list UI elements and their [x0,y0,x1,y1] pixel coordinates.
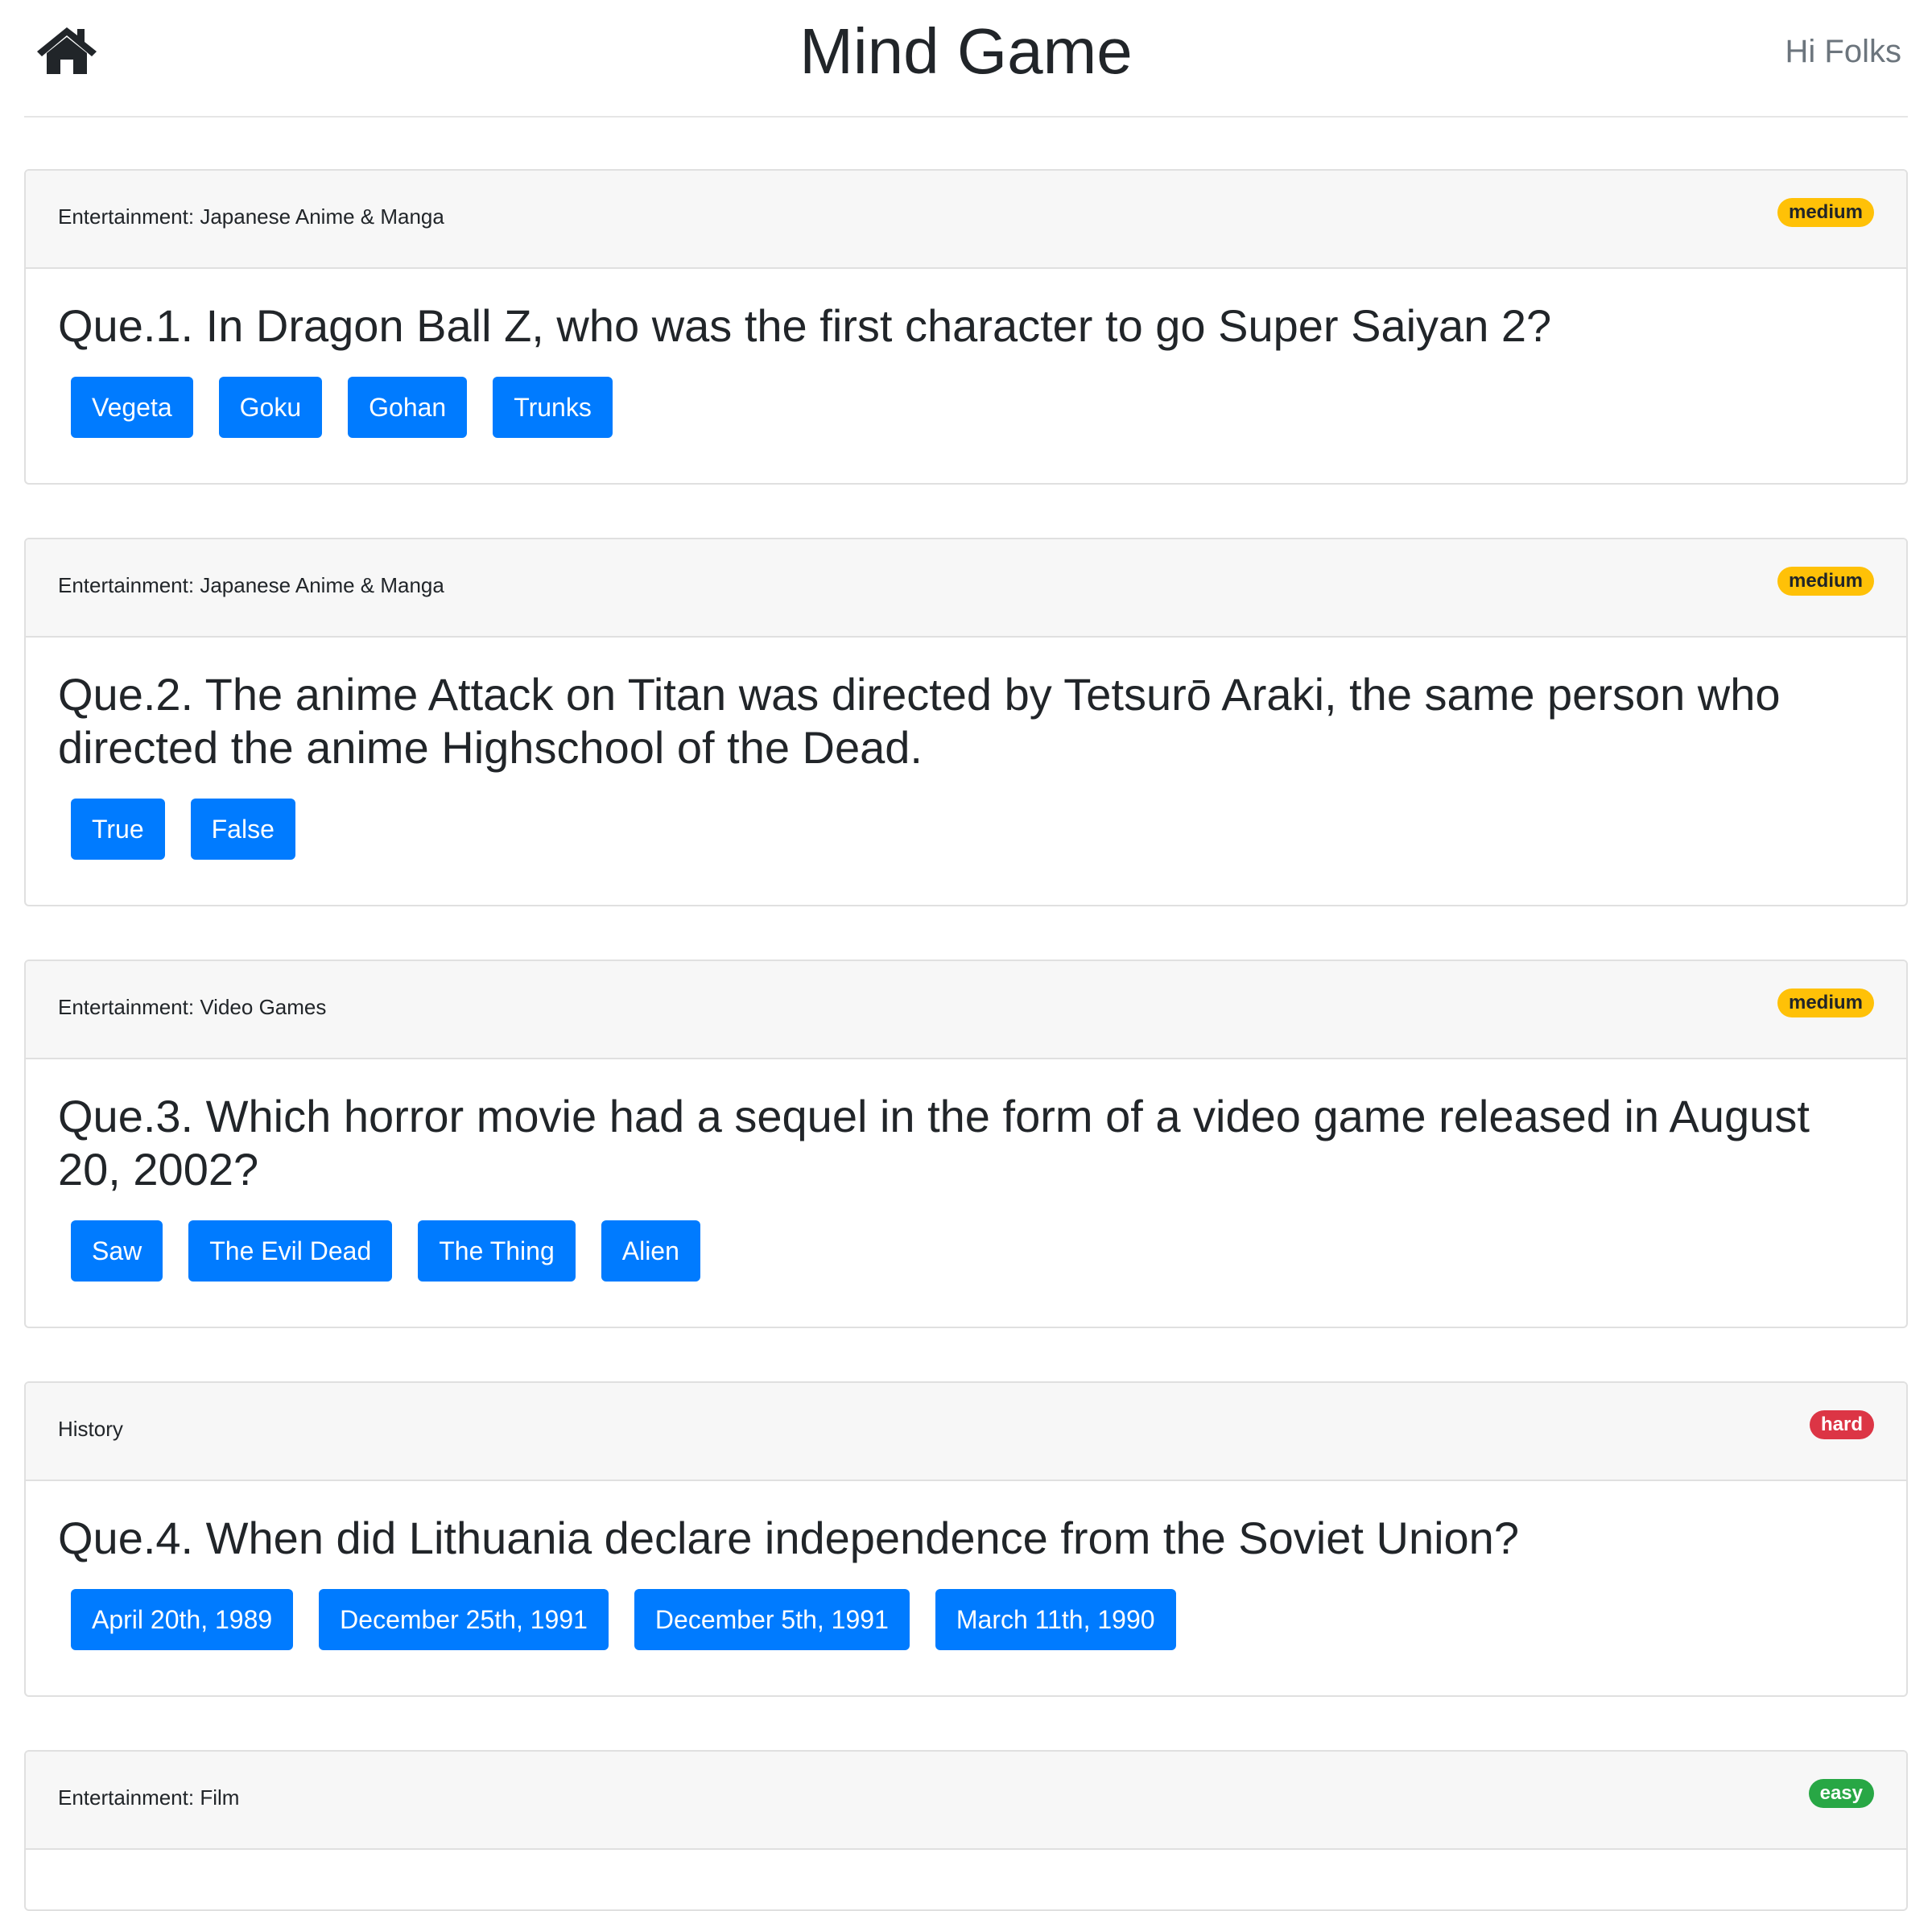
difficulty-badge: easy [1808,1779,1874,1808]
card-header: Entertainment: Japanese Anime & Manga me… [26,171,1906,269]
answer-button[interactable]: False [190,799,295,860]
question-text: Que.3. Which horror movie had a sequel i… [58,1091,1810,1195]
answer-button[interactable]: Saw [71,1220,163,1282]
answer-button[interactable]: April 20th, 1989 [71,1589,294,1650]
user-greeting: Hi Folks [1785,34,1901,69]
card-header: Entertainment: Video Games medium [26,961,1906,1059]
difficulty-badge: medium [1777,989,1874,1017]
card-body: Que.3. Which horror movie had a sequel i… [26,1059,1906,1327]
question-card: Entertainment: Japanese Anime & Manga me… [24,538,1908,906]
answer-button[interactable]: Alien [601,1220,700,1282]
answer-button[interactable]: March 11th, 1990 [935,1589,1176,1650]
question-category: Entertainment: Japanese Anime & Manga [58,204,444,229]
question-card: Entertainment: Video Games medium Que.3.… [24,960,1908,1328]
answer-button[interactable]: Gohan [348,377,468,438]
answer-options: Vegeta Goku Gohan Trunks [58,377,1874,438]
question-category: Entertainment: Video Games [58,995,327,1019]
answer-button[interactable]: December 25th, 1991 [319,1589,609,1650]
answer-options: April 20th, 1989 December 25th, 1991 Dec… [58,1589,1874,1650]
question-card: History hard Que.4. When did Lithuania d… [24,1381,1908,1697]
card-body: Que.2. The anime Attack on Titan was dir… [26,638,1906,905]
question-card: Entertainment: Japanese Anime & Manga me… [24,169,1908,485]
card-header: Entertainment: Film easy [26,1752,1906,1850]
answer-button[interactable]: The Thing [418,1220,576,1282]
answer-button[interactable]: Trunks [493,377,613,438]
answer-button[interactable]: True [71,799,165,860]
question-card: Entertainment: Film easy [24,1750,1908,1911]
answer-button[interactable]: The Evil Dead [188,1220,393,1282]
question-category: History [58,1417,123,1441]
answer-options: True False [58,799,1874,860]
card-header: Entertainment: Japanese Anime & Manga me… [26,539,1906,638]
difficulty-badge: hard [1809,1410,1874,1439]
question-text: Que.1. In Dragon Ball Z, who was the fir… [58,300,1552,351]
page-title: Mind Game [799,15,1133,87]
difficulty-badge: medium [1777,567,1874,596]
answer-button[interactable]: December 5th, 1991 [634,1589,910,1650]
question-text: Que.4. When did Lithuania declare indepe… [58,1513,1519,1563]
answer-options: Saw The Evil Dead The Thing Alien [58,1220,1874,1282]
card-body: Que.1. In Dragon Ball Z, who was the fir… [26,269,1906,483]
answer-button[interactable]: Goku [218,377,323,438]
question-category: Entertainment: Japanese Anime & Manga [58,573,444,597]
answer-button[interactable]: Vegeta [71,377,193,438]
app-header: Mind Game Hi Folks [24,0,1908,118]
question-text: Que.2. The anime Attack on Titan was dir… [58,669,1781,773]
card-body: Que.4. When did Lithuania declare indepe… [26,1481,1906,1695]
difficulty-badge: medium [1777,198,1874,227]
question-category: Entertainment: Film [58,1785,240,1810]
card-header: History hard [26,1383,1906,1481]
